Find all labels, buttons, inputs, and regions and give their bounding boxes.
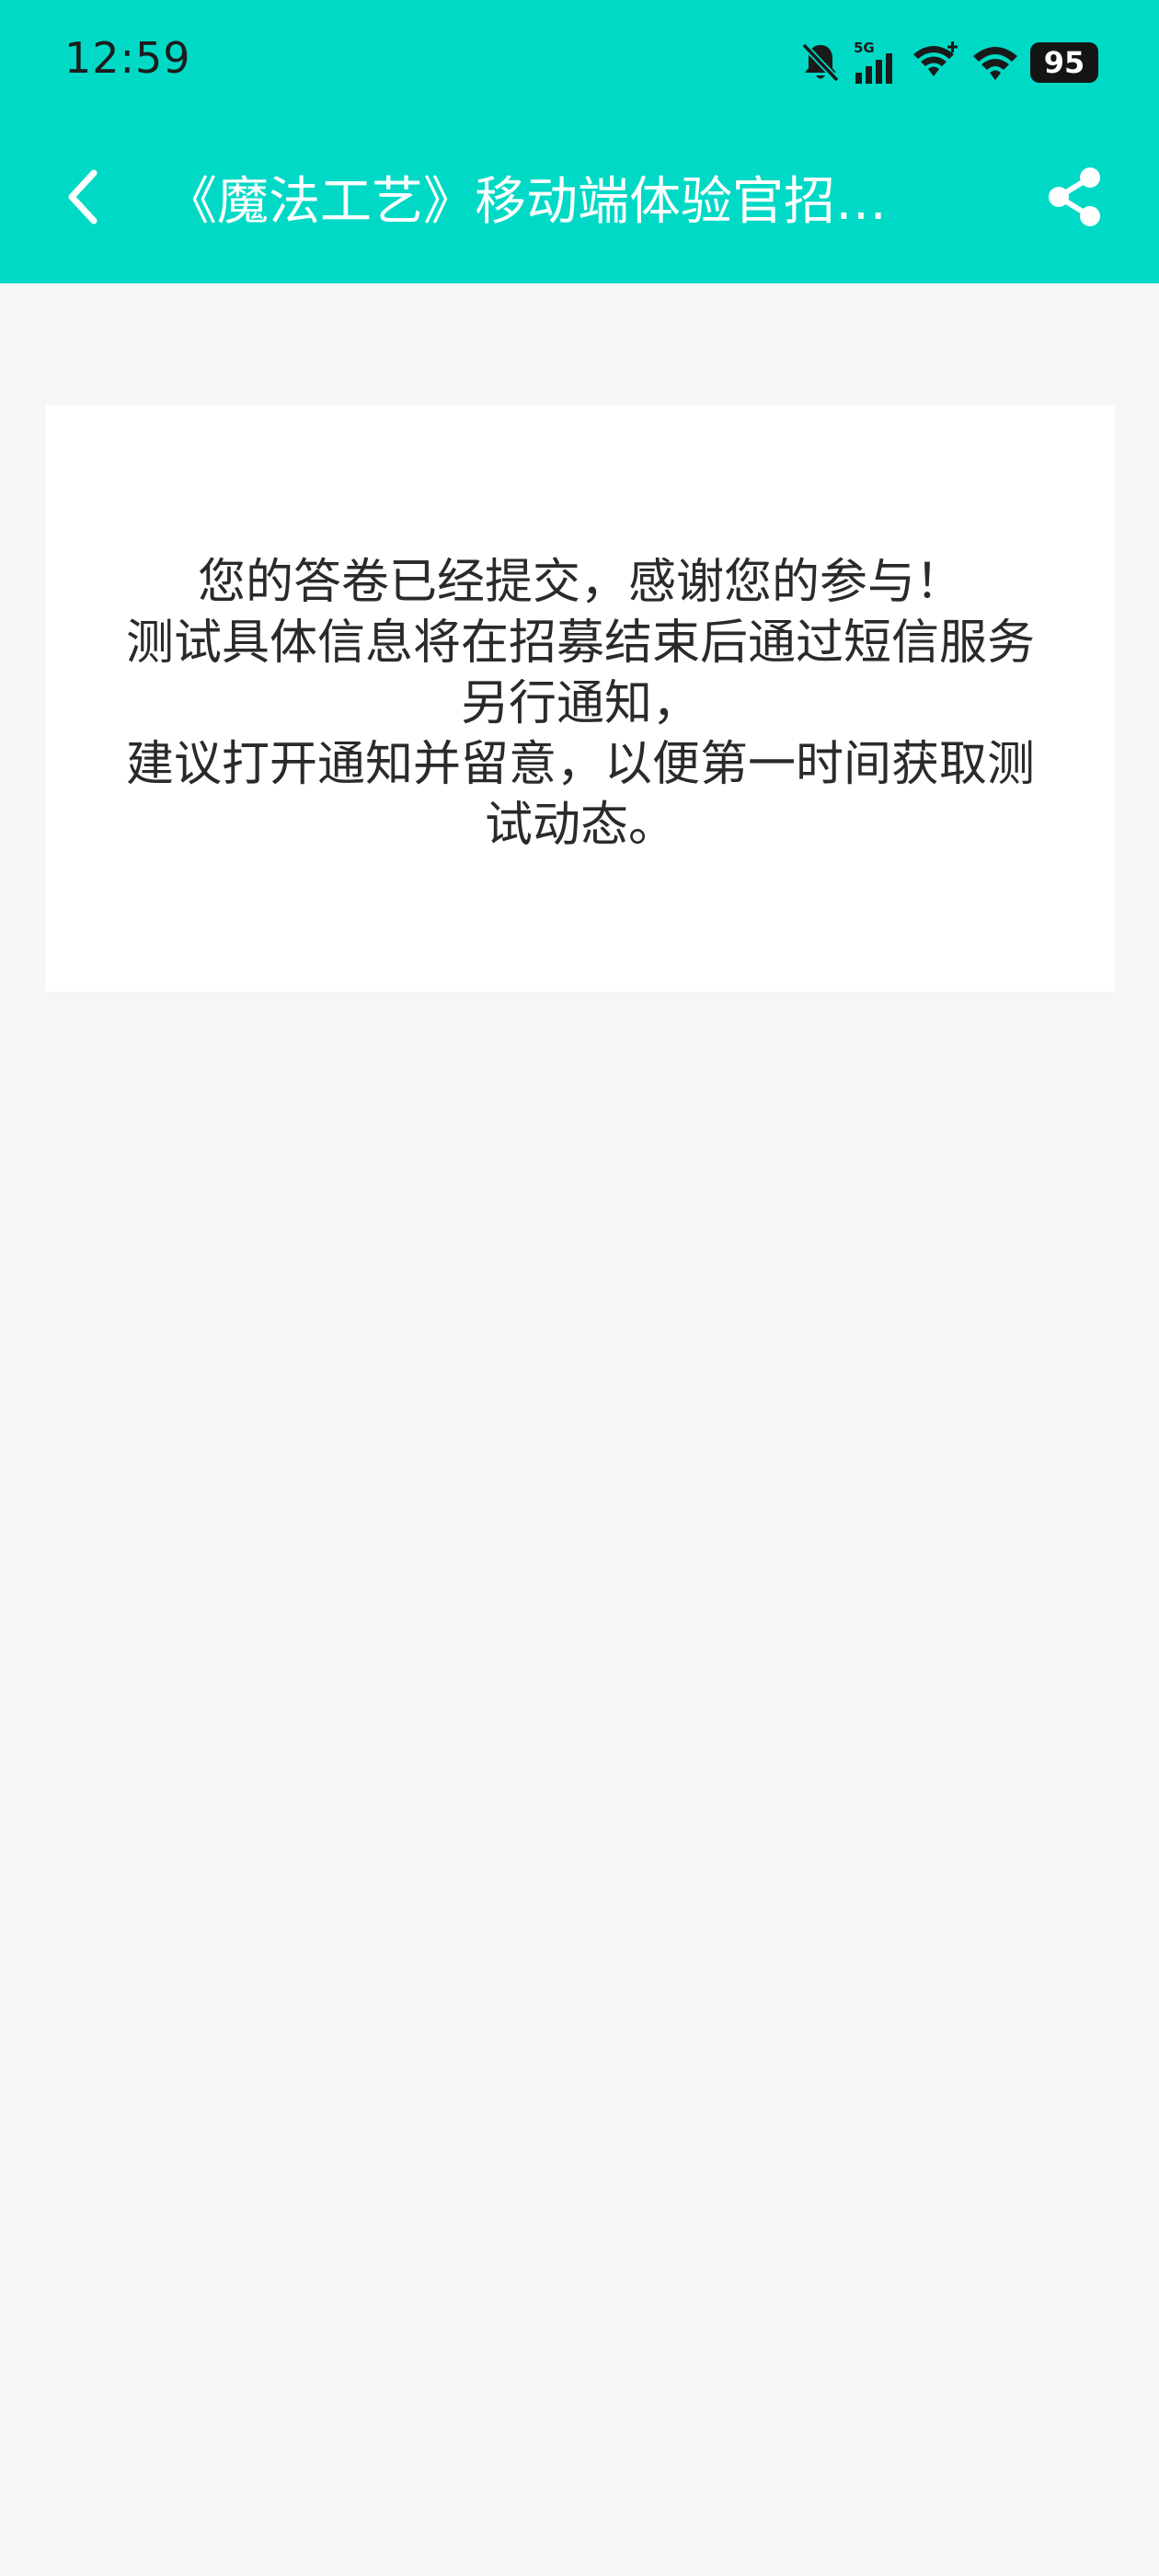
confirmation-card: 您的答卷已经提交，感谢您的参与！ 测试具体信息将在招募结束后通过短信服务另行通知… [46,405,1115,992]
app-header: 12:59 5G 95 《魔法工艺》移动端体验官招… [0,0,1159,283]
status-time: 12:59 [64,33,191,83]
page-content: 您的答卷已经提交，感谢您的参与！ 测试具体信息将在招募结束后通过短信服务另行通知… [0,283,1159,2576]
toolbar: 《魔法工艺》移动端体验官招… [0,125,1159,283]
status-icons: 5G 95 [800,35,1098,90]
status-bar: 12:59 5G 95 [0,0,1159,125]
page-title: 《魔法工艺》移动端体验官招… [166,172,887,232]
message-line-thanks: 您的答卷已经提交，感谢您的参与！ [197,555,963,610]
wifi-plus-icon [911,41,960,84]
cellular-5g-icon: 5G [852,40,900,86]
confirmation-message: 您的答卷已经提交，感谢您的参与！ 测试具体信息将在招募结束后通过短信服务另行通知… [110,552,1050,856]
wifi-icon [971,41,1019,84]
message-line-sms-notice: 测试具体信息将在招募结束后通过短信服务另行通知， [125,615,1035,731]
chevron-left-icon [63,167,103,230]
message-line-suggestion: 建议打开通知并留意，以便第一时间获取测试动态。 [125,737,1035,853]
svg-text:5G: 5G [854,40,875,56]
back-button[interactable] [46,162,120,236]
bell-muted-icon [800,41,841,84]
battery-level: 95 [1030,42,1098,83]
battery-icon: 95 [1030,42,1098,83]
share-icon [1044,165,1105,233]
share-button[interactable] [1036,160,1113,237]
